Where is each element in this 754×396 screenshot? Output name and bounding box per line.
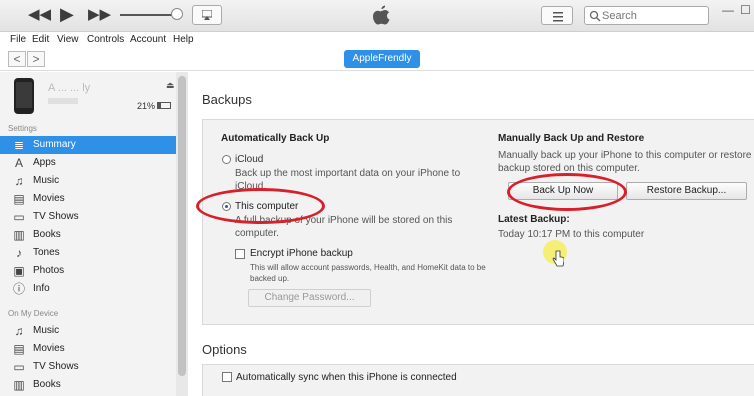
latest-backup-title: Latest Backup: <box>498 214 570 225</box>
books-icon: ▥ <box>13 378 25 392</box>
sidebar-item-label: TV Shows <box>33 211 79 222</box>
forward-button[interactable]: > <box>27 51 45 67</box>
music-icon: ♫ <box>14 324 24 338</box>
sidebar-item-tv-shows[interactable]: ▭ TV Shows <box>0 208 176 226</box>
manual-backup-description: Manually back up your iPhone to this com… <box>498 150 754 174</box>
sidebar-item-books[interactable]: ▥ Books <box>0 226 176 244</box>
sidebar-device-music[interactable]: ♫ Music <box>0 322 176 340</box>
encrypt-description: This will allow account passwords, Healt… <box>250 263 486 283</box>
sidebar-item-label: Tones <box>33 247 60 258</box>
autosync-label: Automatically sync when this iPhone is c… <box>236 372 457 383</box>
sidebar: A ... ... ly ⏏ 21% Settings ≣ Summary A … <box>0 72 188 396</box>
device-capacity-redacted <box>48 98 78 104</box>
airplay-button[interactable] <box>192 5 222 25</box>
sidebar-item-label: Music <box>33 175 60 186</box>
apple-logo-icon <box>373 5 390 25</box>
auto-backup-title: Automatically Back Up <box>221 133 330 144</box>
sidebar-item-photos[interactable]: ▣ Photos <box>0 262 176 280</box>
menu-account[interactable]: Account <box>130 34 166 45</box>
sidebar-item-label: Movies <box>33 343 65 354</box>
menu-bar: File Edit View Controls Account Help <box>0 32 754 47</box>
list-icon <box>553 12 563 22</box>
airplay-icon <box>202 10 212 20</box>
annotation-oval-back-up-now <box>507 173 627 211</box>
device-button[interactable]: AppleFrendly <box>344 50 420 68</box>
sidebar-item-label: Books <box>33 229 61 240</box>
sidebar-item-tones[interactable]: ♪ Tones <box>0 244 176 262</box>
sidebar-item-label: Apps <box>33 157 56 168</box>
tv-icon: ▭ <box>13 360 25 374</box>
search-icon <box>589 10 601 22</box>
iphone-icon <box>14 78 34 114</box>
main-content: Backups Automatically Back Up iCloud Bac… <box>189 72 754 396</box>
menu-view[interactable]: View <box>57 34 79 45</box>
menu-controls[interactable]: Controls <box>87 34 124 45</box>
backups-heading: Backups <box>202 92 252 107</box>
on-my-device-header: On My Device <box>8 309 59 318</box>
latest-backup-value: Today 10:17 PM to this computer <box>498 229 645 240</box>
change-password-button[interactable]: Change Password... <box>248 289 371 307</box>
sidebar-item-movies[interactable]: ▤ Movies <box>0 190 176 208</box>
menu-help[interactable]: Help <box>173 34 194 45</box>
movies-icon: ▤ <box>13 192 25 206</box>
battery-percent: 21% <box>137 101 156 111</box>
books-icon: ▥ <box>13 228 25 242</box>
close-icon[interactable]: ☐ <box>740 3 751 17</box>
photos-icon: ▣ <box>13 264 25 278</box>
sidebar-device-movies[interactable]: ▤ Movies <box>0 340 176 358</box>
sidebar-item-label: Photos <box>33 265 65 276</box>
scrollbar-thumb[interactable] <box>178 76 186 376</box>
icloud-label: iCloud <box>235 154 264 165</box>
summary-icon: ≣ <box>13 138 25 152</box>
sidebar-item-apps[interactable]: A Apps <box>0 154 176 172</box>
restore-backup-button[interactable]: Restore Backup... <box>626 182 747 200</box>
eject-icon[interactable]: ⏏ <box>166 80 175 91</box>
sidebar-item-label: Info <box>33 283 50 294</box>
sidebar-device-tv-shows[interactable]: ▭ TV Shows <box>0 358 176 376</box>
fast-forward-icon[interactable]: ▶▶ <box>88 6 111 24</box>
sidebar-scrollbar[interactable] <box>176 72 188 396</box>
settings-header: Settings <box>8 124 37 133</box>
annotation-oval-this-computer <box>196 188 325 224</box>
apps-icon: A <box>14 156 23 170</box>
search-box[interactable] <box>584 6 709 25</box>
nav-bar: < > AppleFrendly <box>0 47 754 71</box>
sidebar-item-label: Movies <box>33 193 65 204</box>
list-view-button[interactable] <box>541 6 573 25</box>
device-name: A ... ... ly <box>48 82 91 94</box>
music-icon: ♫ <box>14 174 24 188</box>
tones-icon: ♪ <box>16 246 22 260</box>
encrypt-checkbox[interactable] <box>235 249 245 259</box>
search-input[interactable] <box>602 8 706 23</box>
sidebar-item-music[interactable]: ♫ Music <box>0 172 176 190</box>
manual-backup-title: Manually Back Up and Restore <box>498 133 645 144</box>
info-icon: ⓘ <box>12 282 25 296</box>
sidebar-item-label: Books <box>33 379 61 390</box>
sidebar-item-info[interactable]: ⓘ Info <box>0 280 176 298</box>
autosync-checkbox[interactable] <box>222 372 232 382</box>
sidebar-item-label: TV Shows <box>33 361 79 372</box>
sidebar-device-books[interactable]: ▥ Books <box>0 376 176 394</box>
sidebar-item-label: Summary <box>33 139 76 150</box>
back-button[interactable]: < <box>8 51 26 67</box>
volume-knob[interactable] <box>171 8 183 20</box>
minimize-icon[interactable]: — <box>722 3 734 17</box>
menu-edit[interactable]: Edit <box>32 34 49 45</box>
encrypt-label: Encrypt iPhone backup <box>250 248 353 259</box>
rewind-icon[interactable]: ◀◀ <box>28 6 51 24</box>
tv-icon: ▭ <box>13 210 25 224</box>
toolbar: ◀◀ ▶ ▶▶ — ☐ <box>0 0 754 32</box>
options-heading: Options <box>202 342 247 357</box>
movies-icon: ▤ <box>13 342 25 356</box>
volume-slider[interactable] <box>120 14 178 16</box>
sidebar-item-label: Music <box>33 325 60 336</box>
menu-file[interactable]: File <box>10 34 26 45</box>
battery-icon <box>157 102 171 109</box>
play-icon[interactable]: ▶ <box>60 5 74 23</box>
icloud-radio[interactable] <box>222 155 231 164</box>
options-panel: Automatically sync when this iPhone is c… <box>202 364 754 396</box>
sidebar-item-summary[interactable]: ≣ Summary <box>0 136 176 154</box>
hand-cursor-icon <box>552 250 564 267</box>
